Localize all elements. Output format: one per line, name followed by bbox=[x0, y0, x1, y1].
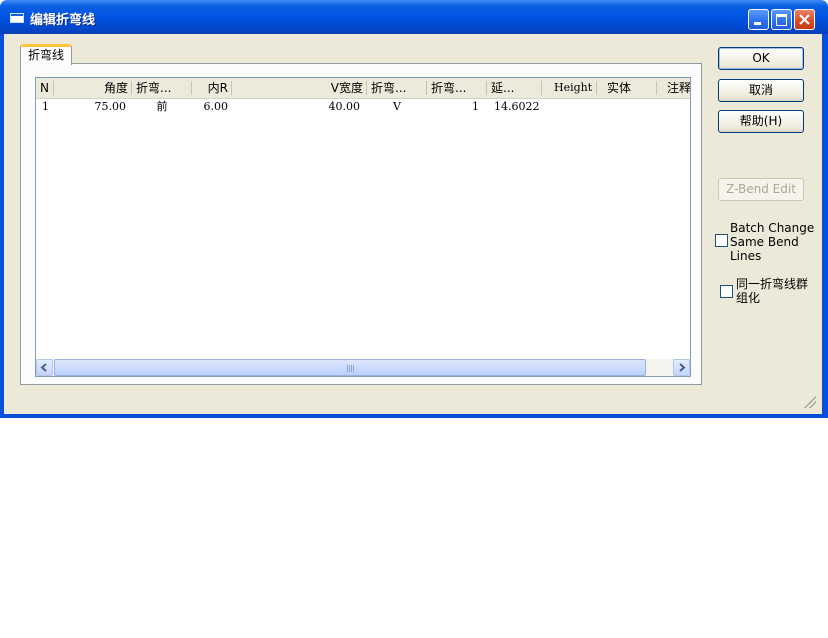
window-title: 编辑折弯线 bbox=[30, 13, 96, 28]
close-icon bbox=[799, 14, 810, 25]
cell-bend-count: 1 bbox=[472, 100, 479, 113]
col-header-solid[interactable]: 实体 bbox=[597, 78, 657, 98]
group-label-line2: 组化 bbox=[736, 291, 761, 305]
help-button[interactable]: 帮助(H) bbox=[718, 110, 804, 133]
col-header-bend-count[interactable]: 折弯... bbox=[427, 78, 487, 98]
col-header-note[interactable]: 注释 bbox=[657, 78, 690, 98]
dialog-client: 折弯线 N 角度 折弯... 内R V宽度 折弯... 折弯... 延... H… bbox=[4, 34, 822, 414]
cancel-button[interactable]: 取消 bbox=[718, 79, 804, 102]
scroll-right-button[interactable] bbox=[673, 359, 690, 376]
batch-change-label-line2: Same Bend bbox=[730, 235, 799, 249]
chevron-left-icon bbox=[40, 363, 47, 372]
col-header-angle[interactable]: 角度 bbox=[54, 78, 132, 98]
table-row[interactable]: 1 75.00 前 6.00 40.00 V 1 14.6022 bbox=[36, 99, 690, 115]
title-bar[interactable]: 编辑折弯线 bbox=[0, 0, 828, 34]
minimize-button[interactable] bbox=[748, 9, 769, 30]
tab-bend-lines[interactable]: 折弯线 bbox=[20, 44, 72, 65]
grip-icon bbox=[347, 365, 355, 372]
maximize-button[interactable] bbox=[771, 9, 792, 30]
col-header-bend-type[interactable]: 折弯... bbox=[367, 78, 427, 98]
group-label-line1: 同一折弯线群 bbox=[736, 277, 809, 291]
cell-height bbox=[542, 99, 597, 115]
col-header-extension[interactable]: 延... bbox=[487, 78, 542, 98]
cell-bend-type: V bbox=[393, 100, 401, 113]
dialog-window: 编辑折弯线 折弯线 N 角度 折弯... 内R V宽度 折弯... 折弯... … bbox=[0, 0, 828, 418]
scroll-left-button[interactable] bbox=[36, 359, 53, 376]
cell-bend-dir: 前 bbox=[156, 100, 168, 113]
chevron-right-icon bbox=[679, 363, 686, 372]
cell-n: 1 bbox=[42, 100, 49, 113]
window-icon bbox=[10, 13, 24, 23]
list-header: N 角度 折弯... 内R V宽度 折弯... 折弯... 延... Heigh… bbox=[36, 78, 690, 99]
col-header-v-width[interactable]: V宽度 bbox=[232, 78, 367, 98]
horizontal-scrollbar[interactable] bbox=[36, 359, 690, 376]
cell-note bbox=[657, 99, 690, 115]
col-header-inner-r[interactable]: 内R bbox=[192, 78, 232, 98]
group-bend-lines-checkbox[interactable] bbox=[720, 285, 733, 298]
zbend-edit-button[interactable]: Z-Bend Edit bbox=[718, 178, 804, 201]
cell-extension: 14.6022 bbox=[494, 100, 540, 113]
col-header-height[interactable]: Height bbox=[542, 78, 597, 98]
scroll-thumb[interactable] bbox=[54, 359, 646, 376]
col-header-bend-dir[interactable]: 折弯... bbox=[132, 78, 192, 98]
col-header-n[interactable]: N bbox=[36, 78, 54, 98]
batch-change-checkbox[interactable] bbox=[715, 234, 728, 247]
cell-v-width: 40.00 bbox=[328, 100, 361, 113]
ok-button[interactable]: OK bbox=[718, 47, 804, 70]
bend-line-list[interactable]: N 角度 折弯... 内R V宽度 折弯... 折弯... 延... Heigh… bbox=[35, 77, 691, 377]
window-frame: 折弯线 N 角度 折弯... 内R V宽度 折弯... 折弯... 延... H… bbox=[0, 34, 828, 418]
resize-grip[interactable] bbox=[804, 396, 816, 408]
cell-inner-r: 6.00 bbox=[203, 100, 229, 113]
close-button[interactable] bbox=[794, 9, 815, 30]
batch-change-label-line3: Lines bbox=[730, 249, 762, 263]
cell-solid bbox=[597, 99, 657, 115]
cell-angle: 75.00 bbox=[94, 100, 127, 113]
batch-change-label: Batch Change Same Bend Lines bbox=[730, 221, 814, 263]
batch-change-label-line1: Batch Change bbox=[730, 221, 815, 235]
group-bend-lines-label: 同一折弯线群 组化 bbox=[736, 277, 808, 305]
